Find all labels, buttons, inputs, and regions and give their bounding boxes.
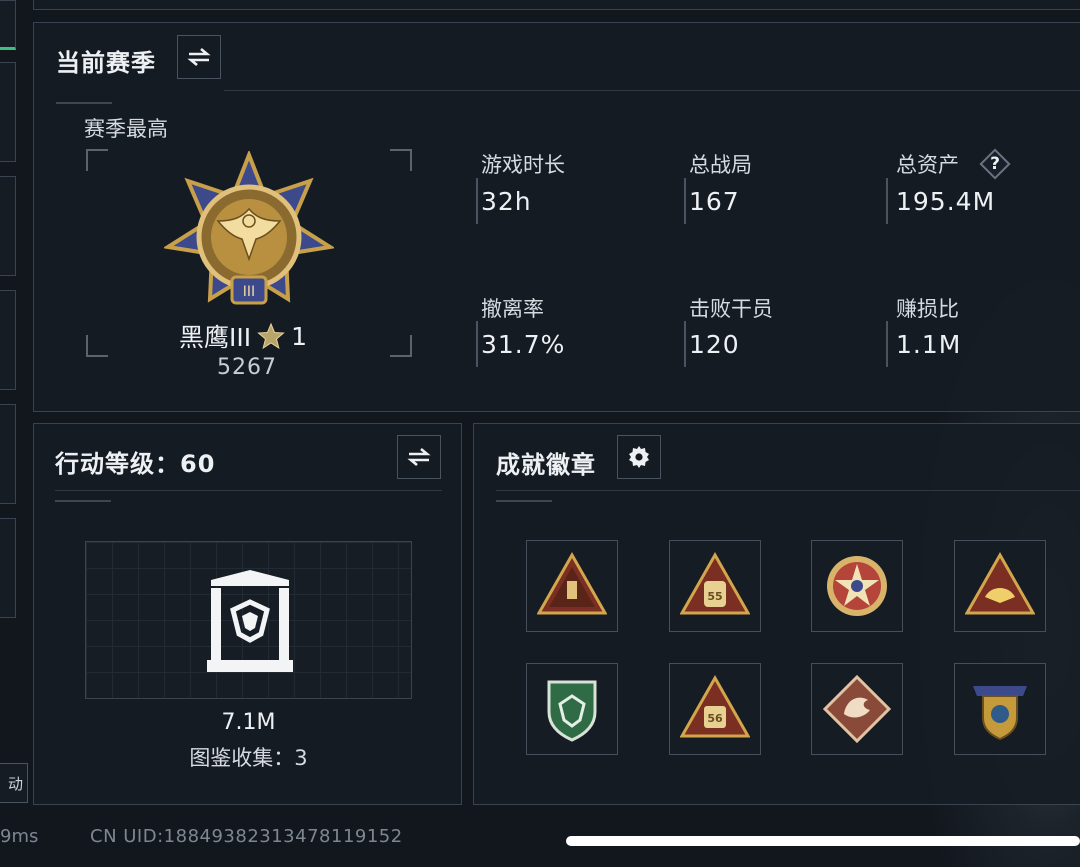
dragon-diamond-badge-icon (822, 674, 892, 744)
decor-tick (55, 500, 111, 502)
stat-divider (886, 321, 888, 367)
stat-value-assets: 195.4M (896, 187, 996, 216)
rank-score: 5267 (217, 355, 277, 380)
rank-star-count: 1 (291, 321, 308, 351)
decor-tick (56, 102, 112, 104)
badge-slot[interactable] (811, 540, 903, 632)
action-title-divider (55, 490, 442, 491)
green-shield-badge-icon (547, 680, 597, 742)
rank-medal-icon: III (164, 151, 334, 305)
badge-slot[interactable] (954, 663, 1046, 755)
left-edge-tab[interactable] (0, 404, 16, 504)
svg-text:56: 56 (707, 712, 723, 725)
ping-display: 9ms (0, 826, 39, 847)
left-edge-tab[interactable] (0, 176, 16, 276)
winged-shield-badge-icon (973, 686, 1027, 741)
stat-label-profit-ratio: 赚损比 (896, 297, 959, 321)
star-roundel-badge-icon (827, 556, 887, 616)
triangle-badge-56-icon: 56 (680, 674, 750, 738)
rank-name: 黑鹰III (179, 323, 252, 352)
left-edge-tab[interactable] (0, 290, 16, 390)
stat-label-extract-rate: 撤离率 (481, 297, 544, 321)
action-level-title: 行动等级：60 (55, 450, 216, 478)
achievements-panel: 成就徽章 55 56 (473, 423, 1080, 805)
triangle-badge-brown-icon (537, 551, 607, 615)
achievements-settings-button[interactable] (617, 435, 661, 479)
stat-divider (476, 178, 478, 224)
season-switch-button[interactable] (177, 35, 221, 79)
badge-slot[interactable] (526, 540, 618, 632)
season-peak-label: 赛季最高 (84, 117, 168, 141)
help-symbol: ? (990, 154, 1000, 174)
stat-label-matches: 总战局 (689, 153, 752, 177)
top-panel-edge (33, 0, 1080, 10)
side-action-label: 动 (7, 774, 23, 793)
assets-help-button[interactable]: ? (979, 148, 1011, 180)
stat-label-assets: 总资产 (896, 153, 959, 177)
stat-value-matches: 167 (689, 187, 740, 216)
badge-slot[interactable] (954, 540, 1046, 632)
achievements-title: 成就徽章 (496, 451, 596, 479)
left-edge-tab[interactable] (0, 62, 16, 162)
uid-display: CN UID:18849382313478119152 (90, 826, 403, 847)
frame-corner (86, 335, 108, 357)
rank-name-row: 黑鹰III 1 (179, 318, 307, 354)
gear-icon (629, 446, 649, 468)
stat-label-playtime: 游戏时长 (481, 153, 565, 177)
collection-display[interactable] (85, 541, 412, 699)
season-title-divider (224, 90, 1080, 91)
frame-corner (390, 149, 412, 171)
stat-divider (476, 321, 478, 367)
achievements-title-divider (496, 490, 1080, 491)
badge-slot[interactable]: 56 (669, 663, 761, 755)
left-edge-tab[interactable] (0, 518, 16, 618)
badge-slot[interactable] (526, 663, 618, 755)
frame-corner (86, 149, 108, 171)
svg-text:III: III (243, 284, 255, 300)
stat-divider (684, 321, 686, 367)
swap-icon (407, 448, 431, 466)
action-level-value: 7.1M (221, 710, 276, 735)
season-panel: 当前赛季 赛季最高 III 黑鹰III 1 5267 游戏时长 32h 总战局 … (33, 22, 1080, 412)
stat-value-extract-rate: 31.7% (481, 330, 566, 359)
badge-slot[interactable]: 55 (669, 540, 761, 632)
side-action-button[interactable]: 动 (0, 763, 28, 803)
decor-tick (496, 500, 552, 502)
action-level-switch-button[interactable] (397, 435, 441, 479)
badge-slot[interactable] (811, 663, 903, 755)
stat-value-profit-ratio: 1.1M (896, 330, 962, 359)
stat-value-playtime: 32h (481, 187, 532, 216)
stat-divider (886, 178, 888, 224)
left-edge-tab[interactable] (0, 0, 16, 50)
star-icon (257, 322, 285, 350)
stat-label-kills: 击败干员 (689, 297, 773, 321)
season-title: 当前赛季 (56, 49, 156, 77)
svg-text:55: 55 (707, 590, 722, 603)
triangle-badge-55-icon: 55 (680, 551, 750, 615)
action-level-panel: 行动等级：60 7.1M 图鉴收集：3 (33, 423, 462, 805)
showcase-case-icon (207, 570, 293, 672)
swap-icon (187, 48, 211, 66)
stat-divider (684, 178, 686, 224)
collection-count: 图鉴收集：3 (189, 746, 308, 770)
stat-value-kills: 120 (689, 330, 740, 359)
triangle-badge-gold-icon (965, 551, 1035, 615)
home-indicator[interactable] (566, 836, 1080, 846)
frame-corner (390, 335, 412, 357)
